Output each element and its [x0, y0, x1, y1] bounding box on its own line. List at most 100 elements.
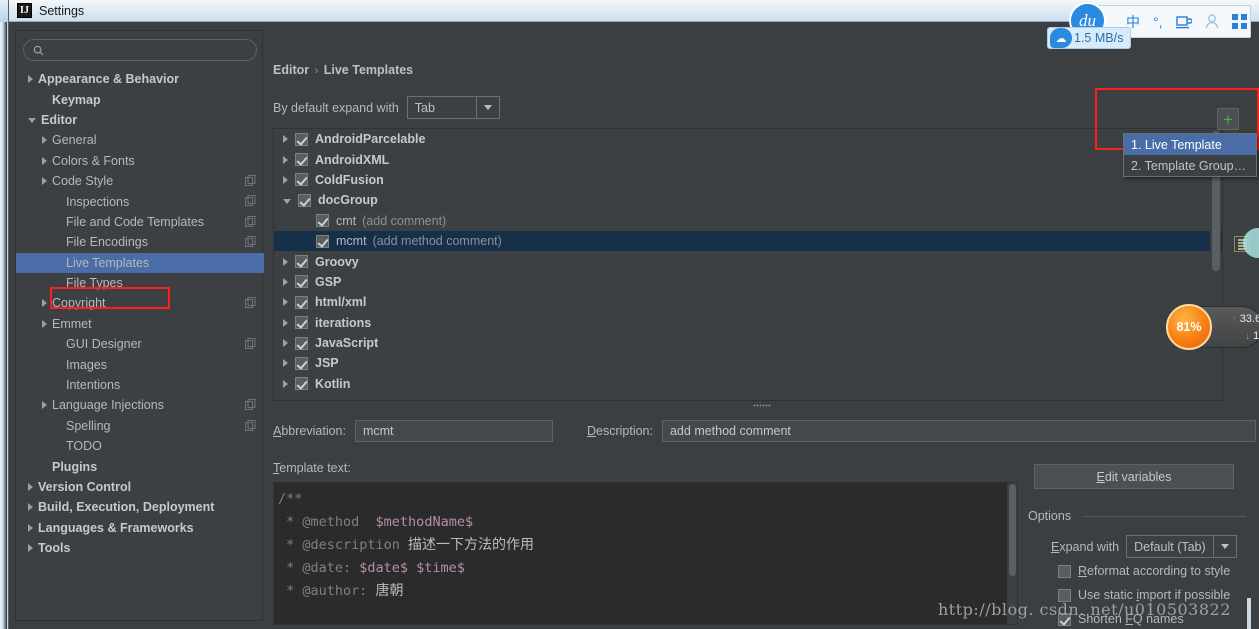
template-text-editor[interactable]: /** * @method $methodName$ * @descriptio… [273, 482, 1018, 625]
sidebar-item-spelling[interactable]: Spelling [16, 416, 264, 436]
template-checkbox[interactable] [295, 377, 308, 391]
template-row-mcmt[interactable]: mcmt (add method comment) [274, 230, 1222, 252]
options-expand-select[interactable]: Default (Tab) [1126, 535, 1237, 558]
copy-settings-icon[interactable] [245, 174, 256, 186]
chevron-right-icon[interactable] [283, 359, 288, 368]
grid-icon[interactable] [1231, 14, 1247, 29]
template-row-gsp[interactable]: GSP [274, 272, 1222, 292]
template-checkbox[interactable] [298, 193, 311, 207]
chevron-right-icon[interactable] [283, 277, 288, 286]
copy-settings-icon[interactable] [245, 419, 256, 431]
abbreviation-input[interactable]: mcmt [354, 420, 553, 442]
chevron-right-icon[interactable] [42, 136, 47, 145]
add-template-popup-menu[interactable]: 1. Live Template 2. Template Group… [1123, 133, 1257, 177]
sidebar-item-todo[interactable]: TODO [16, 436, 264, 456]
template-row-cmt[interactable]: cmt (add comment) [274, 211, 1222, 231]
sidebar-item-intentions[interactable]: Intentions [16, 375, 264, 395]
menu-item-live-template[interactable]: 1. Live Template [1124, 134, 1256, 155]
sidebar-item-editor[interactable]: Editor [16, 110, 264, 130]
template-checkbox[interactable] [295, 132, 308, 146]
splitter-handle[interactable] [273, 402, 1223, 409]
template-row-kotlin[interactable]: Kotlin [274, 374, 1222, 394]
template-row-html-xml[interactable]: html/xml [274, 292, 1222, 312]
chevron-right-icon[interactable] [42, 156, 47, 165]
template-row-iterations[interactable]: iterations [274, 313, 1222, 333]
template-checkbox[interactable] [295, 153, 308, 167]
sidebar-item-copyright[interactable]: Copyright [16, 293, 264, 313]
chevron-right-icon[interactable] [42, 319, 47, 328]
ime-punctuation-icon[interactable]: °, [1153, 14, 1163, 30]
sidebar-item-images[interactable]: Images [16, 354, 264, 374]
sidebar-item-version-control[interactable]: Version Control [16, 477, 264, 497]
chevron-right-icon[interactable] [28, 503, 33, 512]
chevron-right-icon[interactable] [42, 177, 47, 186]
template-checkbox[interactable] [295, 336, 308, 350]
sidebar-item-colors-fonts[interactable]: Colors & Fonts [16, 151, 264, 171]
chevron-right-icon[interactable] [283, 257, 288, 266]
sidebar-item-file-types[interactable]: File Types [16, 273, 264, 293]
option-reformat-row[interactable]: Reformat according to style [1058, 564, 1230, 578]
sidebar-item-languages-frameworks[interactable]: Languages & Frameworks [16, 518, 264, 538]
chevron-right-icon[interactable] [283, 155, 288, 164]
sidebar-item-language-injections[interactable]: Language Injections [16, 395, 264, 415]
chevron-right-icon[interactable] [42, 299, 47, 308]
sidebar-item-code-style[interactable]: Code Style [16, 171, 264, 191]
chevron-right-icon[interactable] [28, 483, 33, 491]
option-reformat-checkbox[interactable] [1058, 564, 1071, 578]
chevron-right-icon[interactable] [28, 544, 33, 553]
sidebar-item-appearance-behavior[interactable]: Appearance & Behavior [16, 69, 264, 89]
chevron-right-icon[interactable] [42, 401, 47, 410]
template-checkbox[interactable] [295, 356, 308, 370]
menu-item-template-group[interactable]: 2. Template Group… [1124, 155, 1256, 176]
cloud-icon[interactable]: ☁ [1050, 28, 1072, 48]
template-checkbox[interactable] [295, 173, 308, 187]
description-input[interactable]: add method comment [661, 420, 1256, 442]
template-checkbox[interactable] [295, 295, 308, 309]
template-checkbox[interactable] [295, 316, 308, 330]
template-code[interactable]: /** * @method $methodName$ * @descriptio… [274, 483, 1017, 603]
template-row-androidxml[interactable]: AndroidXML [274, 149, 1222, 169]
default-expand-dropdown-button[interactable] [475, 97, 499, 118]
sidebar-item-file-and-code-templates[interactable]: File and Code Templates [16, 212, 264, 232]
sidebar-item-file-encodings[interactable]: File Encodings [16, 232, 264, 252]
person-icon[interactable] [1205, 14, 1219, 29]
sidebar-item-gui-designer[interactable]: GUI Designer [16, 334, 264, 354]
edit-variables-button[interactable]: Edit variables [1034, 464, 1234, 489]
sidebar-item-keymap[interactable]: Keymap [16, 89, 264, 109]
copy-settings-icon[interactable] [245, 236, 256, 248]
chevron-right-icon[interactable] [283, 298, 288, 307]
template-row-docgroup[interactable]: docGroup [274, 190, 1222, 210]
chevron-right-icon[interactable] [28, 75, 33, 84]
copy-settings-icon[interactable] [245, 215, 256, 227]
template-row-androidparcelable[interactable]: AndroidParcelable [274, 129, 1222, 149]
template-checkbox[interactable] [316, 234, 329, 248]
search-input[interactable] [23, 39, 257, 61]
default-expand-select[interactable]: Tab [406, 96, 500, 119]
template-checkbox[interactable] [316, 214, 329, 228]
template-row-javascript[interactable]: JavaScript [274, 333, 1222, 353]
chevron-down-icon[interactable] [28, 118, 36, 124]
sidebar-item-emmet[interactable]: Emmet [16, 314, 264, 334]
settings-tree[interactable]: Appearance & Behavior Keymap Editor General… [16, 69, 264, 558]
sidebar-item-plugins[interactable]: Plugins [16, 456, 264, 476]
chevron-right-icon[interactable] [283, 339, 288, 348]
network-speed-float[interactable]: 81% ↑ 33.6K/s ↓ 1M/s [1166, 304, 1259, 350]
cup-icon[interactable] [1175, 15, 1192, 29]
chevron-down-icon[interactable] [283, 198, 291, 204]
template-row-groovy[interactable]: Groovy [274, 251, 1222, 271]
copy-settings-icon[interactable] [245, 297, 256, 309]
chevron-right-icon[interactable] [283, 175, 288, 184]
sidebar-item-tools[interactable]: Tools [16, 538, 264, 558]
template-checkbox[interactable] [295, 255, 308, 269]
template-checkbox[interactable] [295, 275, 308, 289]
sidebar-item-build-execution-deployment[interactable]: Build, Execution, Deployment [16, 497, 264, 517]
add-template-button[interactable]: + [1217, 108, 1239, 130]
copy-settings-icon[interactable] [245, 195, 256, 207]
template-row-coldfusion[interactable]: ColdFusion [274, 170, 1222, 190]
chevron-right-icon[interactable] [283, 135, 288, 144]
editor-scrollbar-thumb[interactable] [1009, 484, 1016, 576]
sidebar-item-general[interactable]: General [16, 130, 264, 150]
options-expand-dropdown-button[interactable] [1212, 536, 1236, 557]
templates-list[interactable]: AndroidParcelable AndroidXML ColdFusion doc… [273, 128, 1223, 401]
copy-settings-icon[interactable] [245, 399, 256, 411]
